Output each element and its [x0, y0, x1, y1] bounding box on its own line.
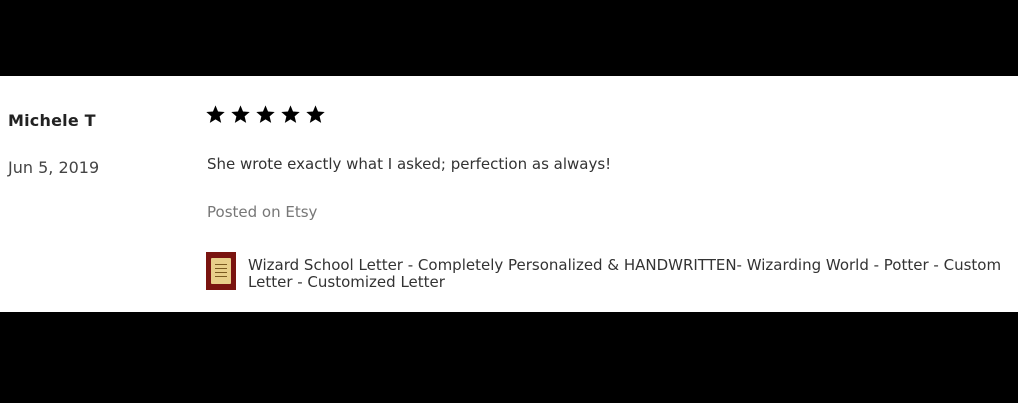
star-icon [280, 104, 301, 125]
product-thumbnail[interactable] [206, 252, 236, 290]
review-source: Posted on Etsy [207, 203, 318, 221]
letter-icon [211, 258, 231, 284]
review-date: Jun 5, 2019 [8, 158, 100, 177]
product-title[interactable]: Wizard School Letter - Completely Person… [248, 252, 1008, 291]
bottom-black-band [0, 312, 1018, 403]
star-icon [230, 104, 251, 125]
star-icon [205, 104, 226, 125]
star-icon [255, 104, 276, 125]
review-text: She wrote exactly what I asked; perfecti… [207, 155, 612, 173]
star-rating [205, 104, 326, 125]
top-black-band [0, 0, 1018, 76]
reviewer-name: Michele T [8, 111, 96, 130]
review-card: Michele T Jun 5, 2019 She wrote exactly … [0, 76, 1018, 312]
star-icon [305, 104, 326, 125]
reviewed-product-link[interactable]: Wizard School Letter - Completely Person… [206, 252, 1008, 291]
